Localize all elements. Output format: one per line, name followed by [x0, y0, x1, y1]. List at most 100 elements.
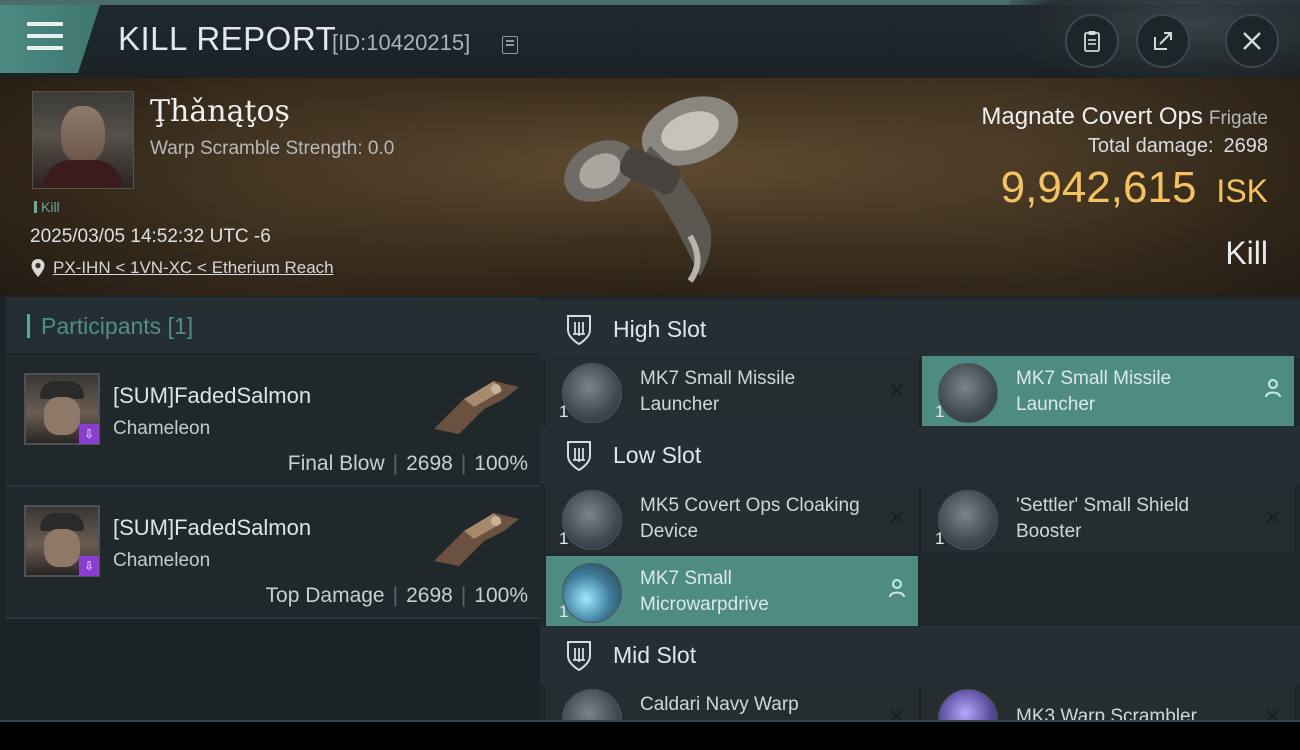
ship-name-text: Magnate Covert Ops: [981, 103, 1203, 130]
module-item[interactable]: 1 MK7 Small Missile Launcher ✕: [546, 356, 918, 426]
module-qty: 1: [935, 402, 945, 421]
participant-ship: Chameleon: [113, 550, 211, 571]
clipboard-button[interactable]: [1065, 14, 1119, 68]
location-pin-icon: [31, 259, 45, 277]
participant-stats: Final Blow | 2698 | 100%: [288, 452, 528, 476]
ship-name[interactable]: Magnate Covert Ops Frigate: [981, 103, 1268, 131]
close-icon[interactable]: ✕: [1264, 505, 1282, 531]
participants-panel: Participants [1] ⇩ [SUM]FadedSalmon Cham…: [0, 297, 540, 722]
module-item[interactable]: 1 MK7 Small Missile Launcher: [922, 356, 1294, 426]
avatar[interactable]: ⇩: [24, 505, 100, 577]
participant-stats: Top Damage | 2698 | 100%: [266, 584, 528, 608]
close-icon[interactable]: ✕: [888, 378, 906, 404]
victim-name[interactable]: Ţhǎnąţoș: [150, 94, 290, 129]
module-qty: 1: [559, 402, 569, 421]
slot-shield-icon: [567, 441, 591, 472]
mid-slot-label: Mid Slot: [613, 642, 697, 668]
report-id: [ID:10420215]: [332, 30, 471, 55]
copy-icon[interactable]: [502, 36, 518, 54]
module-qty: 1: [559, 529, 569, 548]
separator: |: [392, 452, 399, 475]
victim-banner: Ţhǎnąţoș Warp Scramble Strength: 0.0 Kil…: [0, 78, 1300, 296]
low-slot-header: Low Slot: [540, 426, 1300, 484]
missile-launcher-icon: [938, 363, 998, 423]
corp-badge-icon: ⇩: [79, 424, 99, 444]
slot-shield-icon: [567, 315, 591, 346]
avatar[interactable]: ⇩: [24, 373, 100, 445]
clipboard-icon: [1084, 31, 1100, 52]
high-slot-header: High Slot: [540, 300, 1300, 358]
module-item[interactable]: Caldari Navy Warp ✕: [546, 682, 918, 722]
location-link[interactable]: PX-IHN < 1VN-XC < Etherium Reach: [53, 258, 334, 278]
isk-unit: ISK: [1216, 173, 1268, 209]
menu-button[interactable]: [0, 5, 100, 73]
participant-damage: 2698: [406, 452, 453, 475]
warp-scramble-strength: Warp Scramble Strength: 0.0: [150, 138, 395, 159]
warp-scrambler-icon: [938, 689, 998, 722]
module-item[interactable]: 1 'Settler' Small Shield Booster ✕: [922, 483, 1294, 553]
slot-shield-icon: [567, 641, 591, 672]
participant-role: Final Blow: [287, 452, 385, 475]
participant-percent: 100%: [474, 452, 528, 475]
module-item[interactable]: 1 MK7 Small Microwarpdrive: [546, 556, 918, 626]
participant-name[interactable]: [SUM]FadedSalmon: [113, 383, 311, 409]
participant-role: Top Damage: [265, 584, 385, 607]
person-icon[interactable]: [888, 578, 906, 604]
cloaking-device-icon: [562, 490, 622, 550]
close-button[interactable]: [1225, 14, 1279, 68]
kill-tag: Kill: [34, 199, 60, 215]
participants-header[interactable]: Participants [1]: [6, 297, 540, 353]
total-damage: Total damage: 2698: [1088, 135, 1268, 158]
bottom-black-band: [0, 722, 1300, 750]
hamburger-icon: [27, 22, 63, 52]
module-qty: 1: [559, 602, 569, 621]
module-name: MK7 Small Microwarpdrive: [640, 568, 769, 615]
portrait-body: [43, 160, 123, 188]
victim-portrait[interactable]: [32, 91, 134, 189]
module-name: Caldari Navy Warp: [640, 694, 799, 715]
mid-slot-header: Mid Slot: [540, 626, 1300, 684]
warp-disruptor-icon: [562, 689, 622, 722]
participant-percent: 100%: [474, 584, 528, 607]
person-icon[interactable]: [1264, 378, 1282, 404]
participants-accent: [27, 314, 30, 338]
high-slot-label: High Slot: [613, 316, 707, 342]
module-item[interactable]: MK3 Warp Scrambler ✕: [922, 682, 1294, 722]
avatar-face: [44, 529, 80, 567]
separator: |: [392, 584, 399, 607]
avatar-face: [44, 397, 80, 435]
participant-ship-icon: [434, 381, 519, 434]
kill-report-window: KILL REPORT [ID:10420215] Ţhǎnąţoș Warp …: [0, 0, 1300, 722]
module-name: MK5 Covert Ops Cloaking Device: [640, 495, 860, 542]
page-title: KILL REPORT: [118, 20, 337, 57]
participants-title: Participants [1]: [41, 313, 194, 339]
missile-launcher-icon: [562, 363, 622, 423]
participant-name[interactable]: [SUM]FadedSalmon: [113, 515, 311, 541]
module-name: 'Settler' Small Shield Booster: [1016, 495, 1190, 542]
participant-row[interactable]: ⇩ [SUM]FadedSalmon Chameleon Top Damage |…: [6, 487, 540, 619]
module-qty: 1: [935, 529, 945, 548]
header-bar: KILL REPORT [ID:10420215]: [0, 0, 1300, 78]
participant-ship-icon: [434, 513, 519, 566]
share-icon: [1154, 32, 1172, 50]
ship-render: [564, 96, 739, 283]
module-name: MK7 Small Missile Launcher: [640, 368, 796, 415]
close-icon[interactable]: ✕: [888, 505, 906, 531]
share-button[interactable]: [1136, 14, 1190, 68]
portrait-face: [61, 106, 105, 162]
kill-result: Kill: [1225, 235, 1268, 271]
module-name: MK7 Small Missile Launcher: [1016, 368, 1172, 415]
participant-ship: Chameleon: [113, 418, 211, 439]
fitting-panel: High Slot 1 MK7 Small Missile Launcher ✕…: [540, 297, 1300, 722]
ship-class: Frigate: [1208, 108, 1268, 129]
separator: |: [460, 584, 467, 607]
corp-badge-icon: ⇩: [79, 556, 99, 576]
total-damage-value: 2698: [1223, 135, 1269, 157]
participant-damage: 2698: [406, 584, 453, 607]
microwarpdrive-icon: [562, 563, 622, 623]
module-item[interactable]: 1 MK5 Covert Ops Cloaking Device ✕: [546, 483, 918, 553]
kill-datetime: 2025/03/05 14:52:32 UTC -6: [30, 226, 271, 247]
separator: |: [460, 452, 467, 475]
total-damage-label: Total damage:: [1087, 135, 1214, 157]
participant-row[interactable]: ⇩ [SUM]FadedSalmon Chameleon Final Blow |…: [6, 355, 540, 487]
